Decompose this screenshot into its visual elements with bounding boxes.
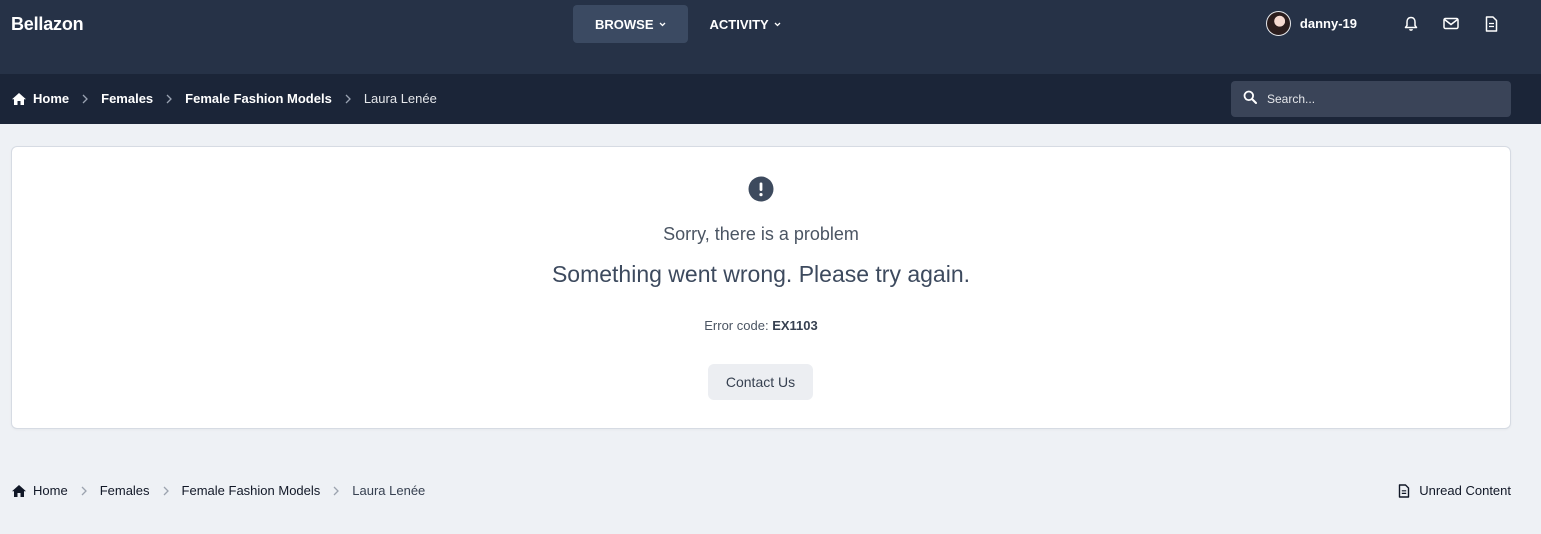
- breadcrumb-current[interactable]: Laura Lenée: [352, 483, 425, 498]
- username-link[interactable]: danny-19: [1300, 16, 1357, 31]
- chevron-right-icon: [163, 486, 169, 496]
- site-logo[interactable]: Bellazon: [11, 14, 84, 35]
- error-code-value: EX1103: [772, 318, 818, 333]
- chevron-right-icon: [345, 94, 351, 104]
- error-code-line: Error code: EX1103: [12, 318, 1510, 333]
- breadcrumb-home[interactable]: Home: [11, 91, 69, 106]
- nav-tab-activity[interactable]: ACTIVITY: [688, 5, 803, 43]
- error-card: Sorry, there is a problem Something went…: [11, 146, 1511, 429]
- breadcrumb-home[interactable]: Home: [11, 483, 68, 498]
- search-input[interactable]: [1267, 92, 1497, 106]
- unread-content-link[interactable]: Unread Content: [1398, 483, 1511, 498]
- breadcrumb-current[interactable]: Laura Lenée: [364, 91, 437, 106]
- top-navigation-bar: Bellazon BROWSE ACTIVITY danny-19: [0, 0, 1541, 74]
- exclamation-icon: [748, 176, 774, 207]
- contact-us-button[interactable]: Contact Us: [708, 364, 813, 400]
- envelope-icon[interactable]: [1441, 12, 1461, 36]
- chevron-right-icon: [333, 486, 340, 496]
- chevron-right-icon: [82, 94, 89, 104]
- error-title: Sorry, there is a problem: [663, 224, 859, 244]
- search-icon: [1243, 90, 1257, 109]
- chevron-down-icon: [774, 22, 781, 27]
- bell-icon[interactable]: [1401, 12, 1421, 36]
- chevron-right-icon: [81, 486, 87, 496]
- home-icon: [11, 484, 27, 498]
- search-box[interactable]: [1231, 81, 1511, 117]
- breadcrumb-females[interactable]: Females: [100, 483, 150, 498]
- user-bar: danny-19: [1265, 11, 1501, 36]
- footer-breadcrumb: Home Females Female Fashion Models Laura…: [11, 483, 425, 498]
- breadcrumb: Home Females Female Fashion Models Laura…: [11, 91, 437, 106]
- error-message: Something went wrong. Please try again.: [551, 261, 971, 287]
- home-icon: [11, 92, 27, 106]
- main-nav: BROWSE ACTIVITY: [573, 5, 803, 43]
- avatar[interactable]: [1265, 11, 1291, 36]
- nav-tab-label: ACTIVITY: [709, 16, 769, 32]
- error-code-label: Error code:: [704, 318, 769, 333]
- document-icon: [1398, 483, 1410, 498]
- chevron-right-icon: [166, 94, 173, 104]
- chevron-down-icon: [659, 22, 666, 27]
- nav-tab-label: BROWSE: [595, 16, 654, 32]
- breadcrumb-female-fashion-models[interactable]: Female Fashion Models: [182, 483, 321, 498]
- breadcrumb-label: Home: [33, 91, 70, 106]
- unread-content-label: Unread Content: [1419, 483, 1511, 498]
- breadcrumb-bar: Home Females Female Fashion Models Laura…: [0, 74, 1541, 124]
- breadcrumb-label: Home: [33, 483, 68, 498]
- document-icon[interactable]: [1481, 12, 1501, 36]
- breadcrumb-female-fashion-models[interactable]: Female Fashion Models: [185, 91, 332, 106]
- breadcrumb-females[interactable]: Females: [101, 91, 153, 106]
- nav-tab-browse[interactable]: BROWSE: [573, 5, 688, 43]
